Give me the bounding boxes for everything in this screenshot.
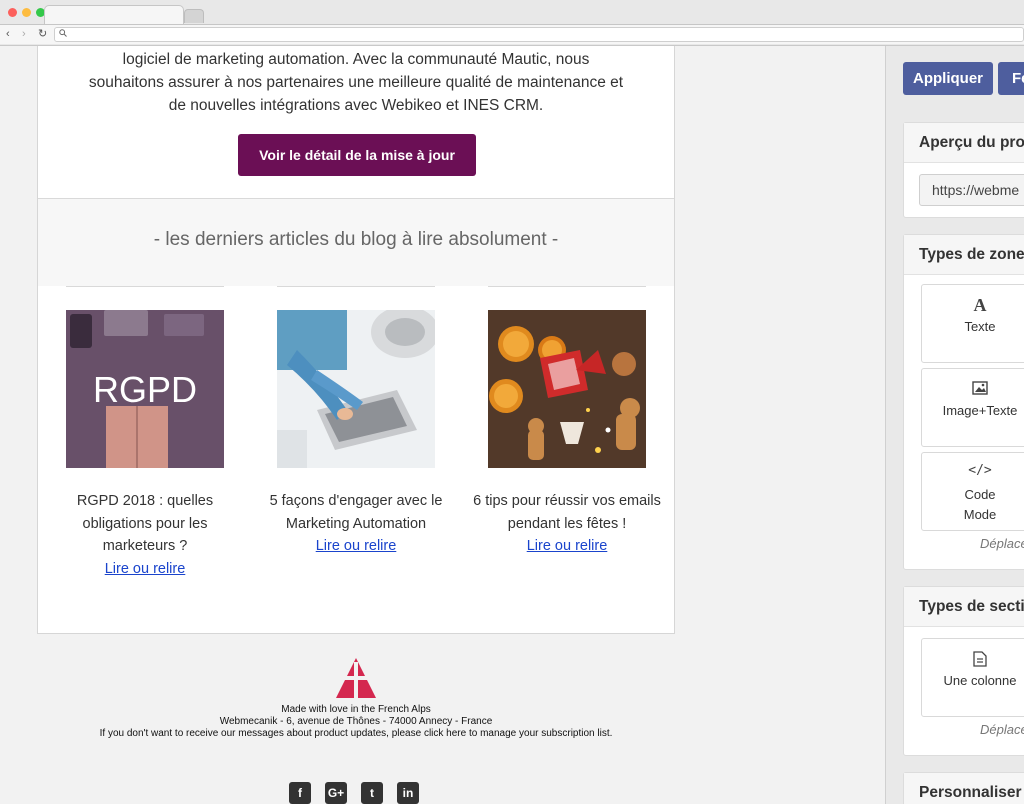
section-drag-hint: Déplace [980, 722, 1024, 737]
divider [277, 286, 435, 287]
divider [488, 286, 646, 287]
blog-section-header: - les derniers articles du blog à lire a… [38, 198, 674, 286]
document-icon [922, 651, 1024, 672]
builder-sidebar: Appliquer Fe Aperçu du pro https://webme… [885, 46, 1024, 804]
social-links: f G+ t in [289, 782, 419, 804]
read-article-link[interactable]: Lire ou relire [468, 535, 666, 558]
customize-panel: Personnaliser [903, 772, 1024, 804]
blog-heading[interactable]: - les derniers articles du blog à lire a… [38, 229, 674, 251]
code-icon: </> [968, 463, 992, 478]
read-article-link[interactable]: Lire ou relire [257, 535, 455, 558]
preview-url-input[interactable]: https://webme [919, 174, 1024, 206]
browser-toolbar: ‹ › ↻ [0, 24, 1024, 44]
code-mode-block[interactable]: </> Code Mode [921, 452, 1024, 531]
text-block[interactable]: A Texte [921, 284, 1024, 363]
email-footer[interactable]: Made with love in the French Alps Webmec… [37, 656, 675, 740]
close-window-button[interactable] [8, 8, 17, 17]
image-text-block[interactable]: Image+Texte [921, 368, 1024, 447]
browser-chrome: ‹ › ↻ [0, 0, 1024, 46]
article-title: RGPD 2018 : quelles obligations pour les… [46, 490, 244, 580]
zone-drag-hint: Déplace [980, 536, 1024, 551]
footer-address: Webmecanik - 6, avenue de Thônes - 74000… [219, 716, 493, 727]
footer-line: Made with love in the French Alps [281, 704, 431, 715]
window-controls [8, 8, 45, 17]
article-card: 5 façons d'engager avec le Marketing Aut… [270, 286, 442, 554]
forward-button[interactable]: › [22, 27, 26, 41]
customize-title: Personnaliser [904, 773, 1024, 804]
block-label: Image+Texte [942, 403, 1018, 418]
preview-panel-title: Aperçu du pro [904, 123, 1024, 163]
article-title-text: 5 façons d'engager avec le Marketing Aut… [269, 493, 443, 532]
email-body: logiciel de marketing automation. Avec l… [37, 46, 675, 634]
reload-button[interactable]: ↻ [38, 27, 47, 41]
facebook-icon[interactable]: f [289, 782, 311, 804]
article-image-rgpd[interactable]: RGPD [66, 310, 224, 468]
intro-line: souhaitons assurer à nos partenaires une… [88, 74, 624, 91]
article-card: RGPD RGPD 2018 : quelles obligations pou… [66, 286, 224, 577]
article-title: 6 tips pour réussir vos emails pendant l… [468, 490, 666, 558]
intro-text[interactable]: logiciel de marketing automation. Avec l… [38, 48, 674, 117]
section-types-title: Types de secti [904, 587, 1024, 627]
back-button[interactable]: ‹ [6, 27, 10, 41]
one-column-block[interactable]: Une colonne [921, 638, 1024, 717]
new-tab-button[interactable] [184, 9, 204, 23]
linkedin-icon[interactable]: in [397, 782, 419, 804]
intro-line: logiciel de marketing automation. Avec l… [122, 51, 590, 68]
close-button[interactable]: Fe [998, 62, 1024, 95]
minimize-window-button[interactable] [22, 8, 31, 17]
article-title-text: 6 tips pour réussir vos emails pendant l… [473, 493, 661, 532]
image-icon [922, 381, 1024, 400]
block-label: Texte [964, 319, 996, 334]
zone-types-title: Types de zone [904, 235, 1024, 275]
article-image-laptop[interactable] [277, 310, 435, 468]
divider [66, 286, 224, 287]
read-article-link[interactable]: Lire ou relire [46, 558, 244, 581]
search-icon [59, 29, 67, 39]
text-icon: A [973, 295, 987, 315]
google-plus-icon[interactable]: G+ [325, 782, 347, 804]
block-label: Une colonne [943, 673, 1017, 688]
webmecanik-logo-icon [334, 658, 378, 700]
article-title-text: RGPD 2018 : quelles obligations pour les… [76, 493, 214, 554]
update-details-button[interactable]: Voir le détail de la mise à jour [238, 134, 476, 176]
article-title: 5 façons d'engager avec le Marketing Aut… [257, 490, 455, 558]
article-image-christmas[interactable] [488, 310, 646, 468]
block-label: Code Mode [963, 487, 997, 522]
twitter-icon[interactable]: t [361, 782, 383, 804]
footer-unsubscribe-text[interactable]: If you don't want to receive our message… [37, 728, 675, 740]
intro-line: de nouvelles intégrations avec Webikeo e… [168, 97, 544, 114]
thumb-text: RGPD [93, 369, 197, 410]
address-bar[interactable] [54, 27, 1024, 42]
browser-tab[interactable] [44, 5, 184, 25]
email-canvas: logiciel de marketing automation. Avec l… [0, 46, 885, 804]
apply-button[interactable]: Appliquer [903, 62, 993, 95]
article-card: 6 tips pour réussir vos emails pendant l… [473, 286, 661, 554]
